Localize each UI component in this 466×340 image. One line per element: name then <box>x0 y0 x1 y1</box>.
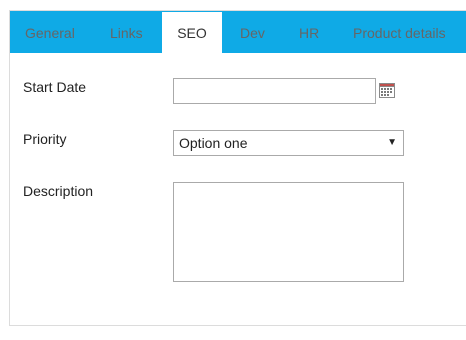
start-date-input[interactable] <box>173 78 376 104</box>
tab-dev[interactable]: Dev <box>240 11 265 53</box>
priority-selected-value: Option one <box>179 135 248 151</box>
tab-panel: General Links SEO Dev HR Product details… <box>9 10 466 326</box>
description-textarea[interactable] <box>173 182 404 282</box>
priority-label: Priority <box>23 131 67 147</box>
priority-select[interactable]: Option one ▼ <box>173 130 404 156</box>
calendar-icon[interactable] <box>379 83 395 98</box>
tab-general[interactable]: General <box>25 11 75 53</box>
tab-product-details[interactable]: Product details <box>353 11 446 53</box>
start-date-label: Start Date <box>23 79 87 95</box>
tab-hr[interactable]: HR <box>299 11 319 53</box>
tab-bar: General Links SEO Dev HR Product details <box>10 11 466 53</box>
description-label: Description <box>23 183 94 199</box>
tab-seo[interactable]: SEO <box>162 12 222 53</box>
tab-links[interactable]: Links <box>110 11 143 53</box>
chevron-down-icon: ▼ <box>387 137 397 148</box>
